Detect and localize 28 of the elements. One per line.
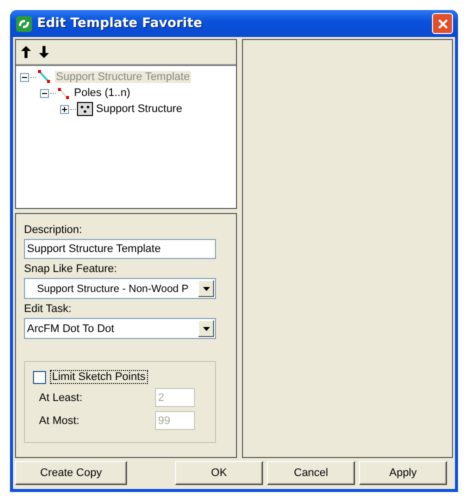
tree-item[interactable]: Poles (1..n) [73,87,132,99]
app-icon [16,16,32,32]
field-label: At Least: [39,392,84,404]
snap-feature-dropdown[interactable]: Support Structure - Non-Wood P [24,278,216,299]
field-label: Snap Like Feature: [24,263,117,275]
edit-task-dropdown[interactable]: ArcFM Dot To Dot [24,318,216,339]
collapse-icon[interactable] [20,72,29,82]
window-title: Edit Template Favorite [37,16,204,31]
dialog-button[interactable]: Cancel [267,461,355,485]
feature-icon [77,102,93,116]
dropdown-arrow-icon [202,286,210,290]
collapse-icon[interactable] [40,88,49,98]
dropdown-arrow-icon [202,326,210,330]
close-button[interactable] [432,13,453,34]
arrow-down-icon [39,46,49,58]
field-label: Description: [24,224,82,236]
relationship-icon [37,69,53,85]
description-field[interactable]: Support Structure Template [24,239,216,259]
field-label: At Most: [39,414,80,426]
dialog-button[interactable]: Apply [359,461,447,485]
field-label: Edit Task: [24,303,72,315]
dialog-button[interactable]: OK [175,461,263,485]
close-icon [436,18,448,30]
expand-icon[interactable] [60,104,69,114]
tree-item[interactable]: Support Structure [95,103,184,115]
dialog-button[interactable]: Create Copy [15,461,127,485]
arrow-up-icon [21,46,31,58]
relationship-icon [57,85,71,101]
